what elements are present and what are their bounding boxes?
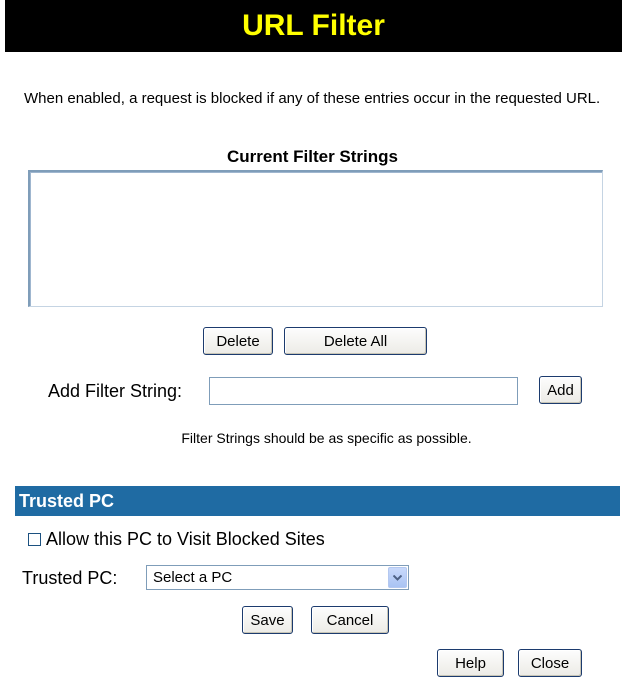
close-button[interactable]: Close bbox=[518, 649, 582, 677]
allow-blocked-sites-row[interactable]: Allow this PC to Visit Blocked Sites bbox=[28, 529, 325, 550]
hint-row: Filter Strings should be as specific as … bbox=[0, 430, 625, 446]
add-button[interactable]: Add bbox=[539, 376, 582, 404]
title-bar: URL Filter bbox=[5, 0, 622, 52]
allow-blocked-sites-label[interactable]: Allow this PC to Visit Blocked Sites bbox=[46, 529, 325, 550]
trusted-pc-label: Trusted PC: bbox=[22, 568, 118, 588]
add-filter-input[interactable] bbox=[209, 377, 518, 405]
delete-all-button[interactable]: Delete All bbox=[284, 327, 427, 355]
description-text: When enabled, a request is blocked if an… bbox=[24, 90, 601, 107]
trusted-pc-select-value: Select a PC bbox=[153, 569, 233, 586]
trusted-pc-section-header: Trusted PC bbox=[15, 486, 620, 516]
delete-button[interactable]: Delete bbox=[203, 327, 273, 355]
cancel-button[interactable]: Cancel bbox=[311, 606, 389, 634]
chevron-down-icon[interactable] bbox=[388, 567, 407, 588]
filter-list-heading: Current Filter Strings bbox=[227, 147, 398, 166]
add-filter-label: Add Filter String: bbox=[48, 381, 183, 401]
hint-text: Filter Strings should be as specific as … bbox=[181, 430, 472, 446]
trusted-pc-select[interactable]: Select a PC bbox=[146, 565, 409, 590]
filter-strings-listbox[interactable] bbox=[28, 170, 603, 307]
trusted-pc-section-title: Trusted PC bbox=[19, 490, 115, 511]
save-button[interactable]: Save bbox=[242, 606, 293, 634]
allow-blocked-sites-checkbox[interactable] bbox=[28, 533, 41, 546]
page-title: URL Filter bbox=[242, 9, 385, 42]
help-button[interactable]: Help bbox=[437, 649, 504, 677]
